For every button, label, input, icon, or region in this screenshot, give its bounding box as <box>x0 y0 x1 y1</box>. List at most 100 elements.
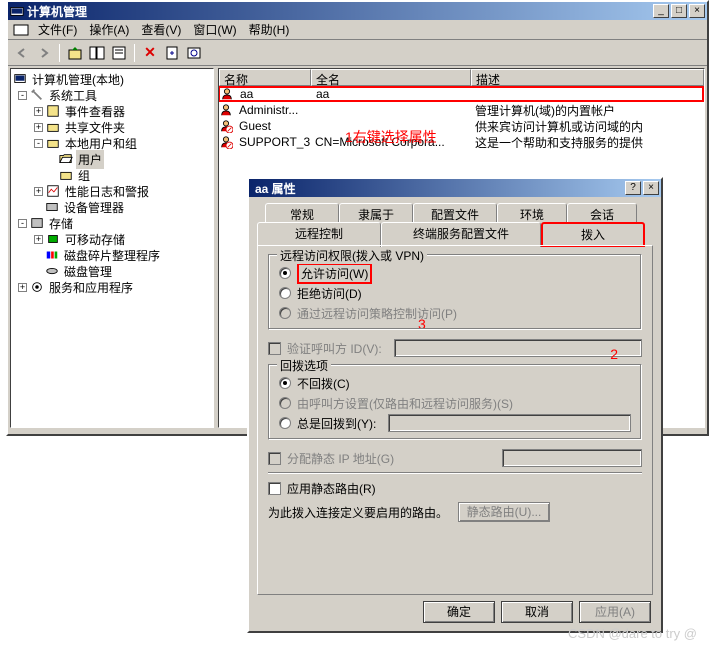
show-hide-button[interactable] <box>87 43 107 63</box>
menu-action[interactable]: 操作(A) <box>83 19 135 40</box>
radio-policy-row[interactable]: 通过远程访问策略控制访问(P) <box>279 303 631 323</box>
up-button[interactable] <box>65 43 85 63</box>
radio-nocallback[interactable] <box>279 377 291 389</box>
defrag-icon <box>45 248 59 262</box>
radio-nocallback-row[interactable]: 不回拨(C) <box>279 373 631 393</box>
dialog-titlebar[interactable]: aa 属性 ? × <box>249 179 661 197</box>
help-button[interactable]: ? <box>625 181 641 195</box>
tree-localusers[interactable]: -本地用户和组 <box>11 135 213 151</box>
check-staticip-label: 分配静态 IP 地址(G) <box>287 450 394 467</box>
devmgr-icon <box>45 200 59 214</box>
group-callback-legend: 回拨选项 <box>277 357 331 374</box>
check-verify-label: 验证呼叫方 ID(V): <box>287 340 382 357</box>
radio-allow[interactable] <box>279 267 291 279</box>
tools-icon <box>30 88 44 102</box>
check-staticroute[interactable] <box>268 482 281 495</box>
radio-callerset-row[interactable]: 由呼叫方设置(仅路由和远程访问服务)(S) <box>279 393 631 413</box>
radio-nocallback-label: 不回拨(C) <box>297 375 350 392</box>
tree-devmgr[interactable]: 设备管理器 <box>11 199 213 215</box>
check-staticip <box>268 452 281 465</box>
tab-dialin[interactable]: 拨入 <box>541 222 645 247</box>
dialog-close-button[interactable]: × <box>643 181 659 195</box>
radio-deny-row[interactable]: 拒绝访问(D) <box>279 283 631 303</box>
group-legend: 远程访问权限(拨入或 VPN) <box>277 247 427 264</box>
menu-file[interactable]: 文件(F) <box>32 19 83 40</box>
cancel-button[interactable]: 取消 <box>501 601 573 623</box>
app-icon <box>10 4 24 18</box>
dialog-buttons: 确定 取消 应用(A) <box>423 601 651 623</box>
tree-users[interactable]: 用户 <box>11 151 213 167</box>
shared-icon <box>46 120 60 134</box>
menu-window[interactable]: 窗口(W) <box>187 19 242 40</box>
perf-icon <box>46 184 60 198</box>
user-icon <box>219 103 233 117</box>
removable-icon <box>46 232 60 246</box>
forward-button[interactable] <box>34 43 54 63</box>
radio-policy <box>279 307 291 319</box>
list-row[interactable]: Administr... 管理计算机(域)的内置帐户 <box>219 102 704 118</box>
radio-allow-row[interactable]: 允许访问(W) <box>279 263 631 283</box>
routes-desc: 为此拨入连接定义要启用的路由。 <box>268 504 448 521</box>
radio-deny[interactable] <box>279 287 291 299</box>
tree-pane[interactable]: 计算机管理(本地) -系统工具 +事件查看器 +共享文件夹 -本地用户和组 用户… <box>10 68 214 428</box>
back-button[interactable] <box>12 43 32 63</box>
radio-allow-label: 允许访问(W) <box>297 263 372 284</box>
tree-root[interactable]: 计算机管理(本地) <box>11 71 213 87</box>
diskmgr-icon <box>45 264 59 278</box>
staticip-input <box>502 449 642 467</box>
separator <box>59 44 60 62</box>
col-desc[interactable]: 描述 <box>471 69 704 86</box>
list-row[interactable]: aa aa <box>218 86 704 102</box>
dialog-controls: ? × <box>625 181 659 195</box>
group-callback: 回拨选项 不回拨(C) 由呼叫方设置(仅路由和远程访问服务)(S) 总是回拨到(… <box>268 364 642 440</box>
ok-button[interactable]: 确定 <box>423 601 495 623</box>
minimize-button[interactable]: _ <box>653 4 669 18</box>
annotation-2: 2 <box>610 346 618 362</box>
tree-services[interactable]: +服务和应用程序 <box>11 279 213 295</box>
user-icon <box>220 87 234 101</box>
separator <box>134 44 135 62</box>
menu-help[interactable]: 帮助(H) <box>243 19 296 40</box>
export-button[interactable] <box>162 43 182 63</box>
radio-callerset <box>279 397 291 409</box>
properties-dialog: aa 属性 ? × 常规 隶属于 配置文件 环境 会话 远程控制 终端服务配置文… <box>247 177 663 633</box>
menubar: 文件(F) 操作(A) 查看(V) 窗口(W) 帮助(H) <box>8 20 707 40</box>
maximize-button[interactable]: □ <box>671 4 687 18</box>
folder-icon <box>59 168 73 182</box>
list-row[interactable]: Guest 供来宾访问计算机或访问域的内 <box>219 118 704 134</box>
radio-callerset-label: 由呼叫方设置(仅路由和远程访问服务)(S) <box>297 395 513 412</box>
services-icon <box>30 280 44 294</box>
list-row[interactable]: SUPPORT_3... CN=Microsoft Corpora... 这是一… <box>219 134 704 150</box>
list-header: 名称 全名 描述 <box>219 69 704 86</box>
menu-view[interactable]: 查看(V) <box>135 19 187 40</box>
tab-tsprofile[interactable]: 终端服务配置文件 <box>381 222 541 247</box>
user-disabled-icon <box>219 119 233 133</box>
verify-input <box>394 339 642 357</box>
folder-open-icon <box>59 152 73 166</box>
close-button[interactable]: × <box>689 4 705 18</box>
tab-remotecontrol[interactable]: 远程控制 <box>257 222 381 247</box>
apply-button: 应用(A) <box>579 601 651 623</box>
staticip-row[interactable]: 分配静态 IP 地址(G) <box>268 448 642 468</box>
radio-always[interactable] <box>279 417 291 429</box>
window-title: 计算机管理 <box>27 3 653 20</box>
user-disabled-icon <box>219 135 233 149</box>
radio-deny-label: 拒绝访问(D) <box>297 285 362 302</box>
col-name[interactable]: 名称 <box>219 69 311 86</box>
delete-button[interactable]: ✕ <box>140 43 160 63</box>
check-staticroute-label: 应用静态路由(R) <box>287 480 376 497</box>
col-fullname[interactable]: 全名 <box>311 69 471 86</box>
watermark: CSDN @dare to try @ <box>568 626 697 641</box>
mmc-icon <box>13 22 29 38</box>
users-icon <box>46 136 60 150</box>
annotation-1: 1右键选择属性 <box>345 127 437 147</box>
eventviewer-icon <box>46 104 60 118</box>
radio-always-row[interactable]: 总是回拨到(Y): <box>279 413 631 433</box>
refresh-button[interactable] <box>184 43 204 63</box>
properties-button[interactable] <box>109 43 129 63</box>
verify-caller-row[interactable]: 验证呼叫方 ID(V): <box>268 338 642 358</box>
titlebar[interactable]: 计算机管理 _ □ × <box>8 2 707 20</box>
staticroute-row[interactable]: 应用静态路由(R) <box>268 478 642 498</box>
radio-always-label: 总是回拨到(Y): <box>297 415 376 432</box>
tab-panel: 2 3 远程访问权限(拨入或 VPN) 允许访问(W) 拒绝访问(D) 通过远程… <box>257 245 653 595</box>
